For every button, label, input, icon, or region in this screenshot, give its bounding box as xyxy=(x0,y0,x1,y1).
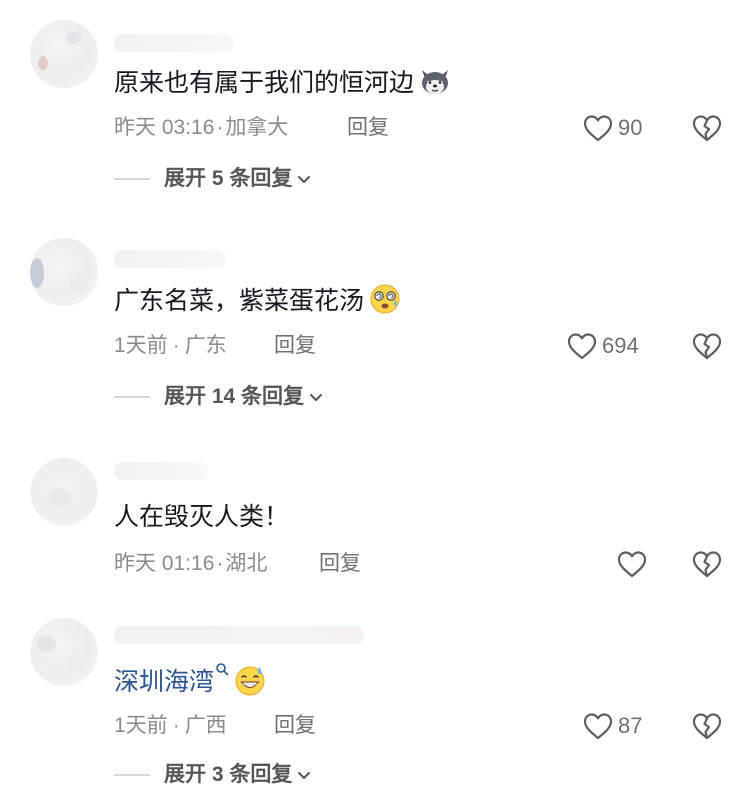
dizzy-face-emoji xyxy=(370,284,400,314)
reply-button[interactable]: 回复 xyxy=(274,332,316,360)
expand-replies-button[interactable]: 展开 14 条回复 xyxy=(114,383,324,411)
username[interactable] xyxy=(114,250,226,268)
comment-meta: 昨天 01:16·湖北 xyxy=(114,550,267,578)
comment-text: 深圳海湾 xyxy=(114,662,267,699)
like-button[interactable] xyxy=(616,548,652,580)
chevron-down-icon xyxy=(298,176,311,183)
meta-separator: · xyxy=(172,714,180,737)
divider-line xyxy=(114,774,150,776)
meta-separator: · xyxy=(172,334,180,357)
reply-button[interactable]: 回复 xyxy=(319,550,361,578)
grinning-sweat-emoji xyxy=(235,666,265,696)
like-count: 90 xyxy=(618,115,643,140)
comment-time: 昨天 01:16 xyxy=(114,552,215,575)
like-button[interactable]: 87 xyxy=(582,710,642,742)
comment-time: 1天前 xyxy=(114,334,168,357)
chevron-down-icon xyxy=(298,772,311,779)
heart-outline-icon xyxy=(617,551,647,578)
like-count: 87 xyxy=(618,713,643,738)
meta-separator: · xyxy=(216,116,224,139)
username[interactable] xyxy=(114,34,234,52)
avatar[interactable] xyxy=(30,618,98,686)
reply-button[interactable]: 回复 xyxy=(347,114,389,142)
comment-meta: 1天前 · 广东 xyxy=(114,332,227,360)
comment-text: 广东名菜，紫菜蛋花汤 xyxy=(114,282,402,318)
comment-location: 广西 xyxy=(184,714,227,737)
heart-outline-icon xyxy=(583,115,613,142)
divider-line xyxy=(114,396,150,398)
like-count: 694 xyxy=(602,333,639,358)
wolf-face-emoji xyxy=(422,70,449,94)
broken-heart-icon[interactable] xyxy=(691,548,723,580)
like-button[interactable]: 694 xyxy=(566,330,639,362)
expand-replies-label: 展开 5 条回复 xyxy=(164,167,293,190)
heart-outline-icon xyxy=(583,713,613,740)
comment-text-content: 人在毁灭人类！ xyxy=(114,503,290,531)
comment-location: 加拿大 xyxy=(225,116,289,139)
comment-location: 广东 xyxy=(184,334,227,357)
comment-time: 昨天 03:16 xyxy=(114,116,215,139)
chevron-down-icon xyxy=(310,394,323,401)
reply-button[interactable]: 回复 xyxy=(274,712,316,740)
expand-replies-button[interactable]: 展开 3 条回复 xyxy=(114,761,312,789)
like-button[interactable]: 90 xyxy=(582,112,642,144)
expand-replies-label: 展开 3 条回复 xyxy=(164,763,293,786)
comment-location: 湖北 xyxy=(225,552,268,575)
comment-text: 人在毁灭人类！ xyxy=(114,500,289,534)
comment-meta: 1天前 · 广西 xyxy=(114,712,227,740)
broken-heart-icon[interactable] xyxy=(691,112,723,144)
comment-text-content: 广东名菜，紫菜蛋花汤 xyxy=(114,287,365,315)
expand-replies-button[interactable]: 展开 5 条回复 xyxy=(114,165,312,193)
broken-heart-icon[interactable] xyxy=(691,710,723,742)
search-link[interactable]: 深圳海湾 xyxy=(114,668,214,696)
avatar[interactable] xyxy=(30,20,98,88)
username[interactable] xyxy=(114,626,364,644)
username[interactable] xyxy=(114,462,208,480)
avatar[interactable] xyxy=(30,238,98,306)
comment-meta: 昨天 03:16·加拿大 xyxy=(114,114,288,142)
comment-text-content: 原来也有属于我们的恒河边 xyxy=(114,69,415,97)
avatar[interactable] xyxy=(30,458,98,526)
broken-heart-icon[interactable] xyxy=(691,330,723,362)
divider-line xyxy=(114,178,150,180)
comment-text: 原来也有属于我们的恒河边 xyxy=(114,64,452,100)
expand-replies-label: 展开 14 条回复 xyxy=(164,385,305,408)
search-icon xyxy=(216,663,229,676)
heart-outline-icon xyxy=(567,333,597,360)
comment-time: 1天前 xyxy=(114,714,168,737)
meta-separator: · xyxy=(216,552,224,575)
